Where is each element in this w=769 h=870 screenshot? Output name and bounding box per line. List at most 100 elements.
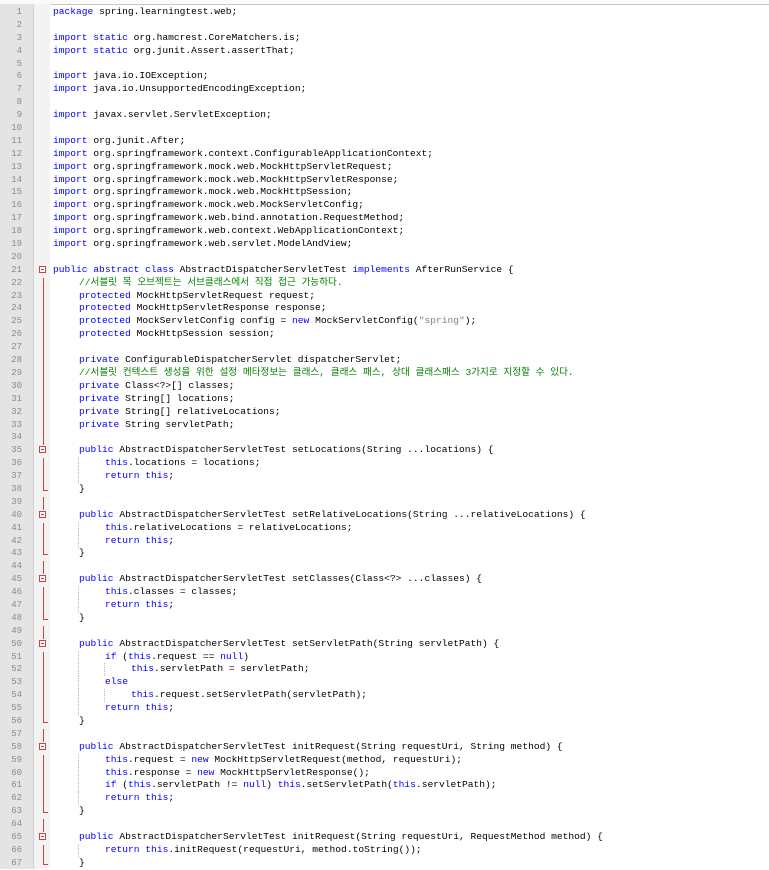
code-line[interactable]: 38} xyxy=(0,483,769,496)
fold-toggle-icon[interactable] xyxy=(39,510,46,518)
code-line[interactable]: 3 import static org.hamcrest.CoreMatchers… xyxy=(0,32,769,45)
code-line[interactable]: 6 import java.io.IOException; xyxy=(0,70,769,83)
code-line[interactable]: 33 private String servletPath; xyxy=(0,419,769,433)
code-line[interactable]: 16 import org.springframework.mock.web.Mo… xyxy=(0,199,769,212)
code-line[interactable]: 40 public AbstractDispatcherServletTest s… xyxy=(0,509,769,522)
keyword-token: new xyxy=(292,315,316,327)
indent-guide xyxy=(78,598,79,612)
code-text: private String[] locations; xyxy=(79,393,234,406)
code-line[interactable]: 9 import javax.servlet.ServletException; xyxy=(0,109,769,122)
code-line[interactable]: 32 private String[] relativeLocations; xyxy=(0,406,769,420)
code-line[interactable]: 44 xyxy=(0,560,769,575)
code-line[interactable]: 10 xyxy=(0,122,769,135)
fold-line-marker xyxy=(39,728,47,742)
code-line[interactable]: 28 private ConfigurableDispatcherServlet … xyxy=(0,354,769,369)
code-line[interactable]: 43} xyxy=(0,547,769,560)
code-line[interactable]: 67} xyxy=(0,857,769,870)
code-line[interactable]: 41 this.relativeLocations = relativeLocat… xyxy=(0,521,769,536)
code-text: this.request = new MockHttpServletReques… xyxy=(105,754,462,767)
code-line[interactable]: 39 xyxy=(0,496,769,510)
code-line[interactable]: 61 if (this.servletPath != null) this.set… xyxy=(0,779,769,794)
code-line[interactable]: 29 //서블릿 컨텍스트 생성을 위한 설정 메타정보는 클래스, 클래스 패스… xyxy=(0,366,769,381)
code-text: return this; xyxy=(105,535,174,548)
fold-toggle-icon[interactable] xyxy=(39,742,46,750)
code-line[interactable]: 11 import org.junit.After; xyxy=(0,135,769,148)
code-line[interactable]: 34 xyxy=(0,431,769,446)
code-line[interactable]: 15 import org.springframework.mock.web.Mo… xyxy=(0,186,769,199)
code-line[interactable]: 1 package spring.learningtest.web; xyxy=(0,6,769,19)
line-number: 61 xyxy=(11,780,22,791)
fold-toggle-icon[interactable] xyxy=(39,265,46,273)
code-line[interactable]: 55 return this; xyxy=(0,702,769,717)
code-line[interactable]: 64 xyxy=(0,818,769,833)
code-line[interactable]: 54 this.request.setServletPath(servletPat… xyxy=(0,689,769,704)
code-line[interactable]: 18 import org.springframework.web.context… xyxy=(0,225,769,238)
code-line[interactable]: 56} xyxy=(0,715,769,728)
code-line[interactable]: 53 else xyxy=(0,676,769,691)
code-line[interactable]: 31 private String[] locations; xyxy=(0,393,769,407)
code-line[interactable]: 47 return this; xyxy=(0,598,769,613)
code-token: AbstractDispatcherServletTest setClasses… xyxy=(119,573,483,585)
indent-guide xyxy=(78,650,79,664)
fold-line-marker xyxy=(39,290,47,304)
code-text: protected MockServletConfig config = new… xyxy=(79,315,476,328)
code-line[interactable]: 50 public AbstractDispatcherServletTest s… xyxy=(0,638,769,651)
line-number: 16 xyxy=(11,200,22,211)
code-line[interactable]: 51 if (this.request == null) xyxy=(0,650,769,665)
code-line[interactable]: 65 public AbstractDispatcherServletTest i… xyxy=(0,831,769,844)
code-line[interactable]: 59 this.request = new MockHttpServletRequ… xyxy=(0,753,769,768)
code-line[interactable]: 52 this.servletPath = servletPath; xyxy=(0,663,769,678)
code-line[interactable]: 14 import org.springframework.mock.web.Mo… xyxy=(0,174,769,187)
code-line[interactable]: 12 import org.springframework.context.Con… xyxy=(0,148,769,161)
code-line[interactable]: 8 xyxy=(0,96,769,109)
code-line[interactable]: 46 this.classes = classes; xyxy=(0,586,769,601)
comment-token: //서블릿 컨텍스트 생성을 위한 설정 메타정보는 클래스, 클래스 패스, … xyxy=(79,366,574,378)
fold-toggle-icon[interactable] xyxy=(39,833,46,840)
code-text: public AbstractDispatcherServletTest set… xyxy=(79,509,586,522)
code-line[interactable]: 36 this.locations = locations; xyxy=(0,457,769,472)
code-line[interactable]: 21 public abstract class AbstractDispatch… xyxy=(0,264,769,277)
code-line[interactable]: 60 this.response = new MockHttpServletRes… xyxy=(0,766,769,781)
code-text: public AbstractDispatcherServletTest ini… xyxy=(79,741,563,754)
code-line[interactable]: 66 return this.initRequest(requestUri, me… xyxy=(0,843,769,858)
code-line[interactable]: 7 import java.io.UnsupportedEncodingExcep… xyxy=(0,83,769,96)
code-line[interactable]: 5 xyxy=(0,58,769,71)
code-line[interactable]: 42 return this; xyxy=(0,534,769,549)
code-line[interactable]: 19 import org.springframework.web.servlet… xyxy=(0,238,769,251)
fold-toggle-icon[interactable] xyxy=(39,575,46,583)
indent-guide xyxy=(78,663,79,677)
code-line[interactable]: 57 xyxy=(0,728,769,742)
code-token: ; xyxy=(168,702,175,714)
code-line[interactable]: 49 xyxy=(0,625,769,639)
code-line[interactable]: 63} xyxy=(0,805,769,818)
fold-toggle-icon[interactable] xyxy=(39,639,46,647)
code-line[interactable]: 24 protected MockHttpServletResponse resp… xyxy=(0,302,769,317)
code-line[interactable]: 26 protected MockHttpSession session; xyxy=(0,328,769,343)
code-line[interactable]: 23 protected MockHttpServletRequest reque… xyxy=(0,290,769,304)
code-line[interactable]: 13 import org.springframework.mock.web.Mo… xyxy=(0,161,769,174)
code-line[interactable]: 25 protected MockServletConfig config = n… xyxy=(0,315,769,330)
code-token: MockHttpSession session; xyxy=(136,328,275,340)
code-line[interactable]: 62 return this; xyxy=(0,792,769,807)
code-text: private ConfigurableDispatcherServlet di… xyxy=(79,354,401,367)
code-line[interactable]: 17 import org.springframework.web.bind.an… xyxy=(0,212,769,225)
code-line[interactable]: 37 return this; xyxy=(0,470,769,485)
code-text: public AbstractDispatcherServletTest set… xyxy=(79,444,494,457)
code-token: MockServletConfig( xyxy=(315,315,419,327)
code-line[interactable]: 2 xyxy=(0,19,769,32)
code-line[interactable]: 58 public AbstractDispatcherServletTest i… xyxy=(0,741,769,754)
code-line[interactable]: 22 //서블릿 목 오브젝트는 서브클래스에서 직접 접근 가능하다. xyxy=(0,277,769,291)
code-editor[interactable]: 1 package spring.learningtest.web; 2 3 impor… xyxy=(0,6,769,870)
code-text: import org.springframework.mock.web.Mock… xyxy=(53,174,398,187)
code-line[interactable]: 35 public AbstractDispatcherServletTest s… xyxy=(0,444,769,457)
fold-toggle-icon[interactable] xyxy=(39,446,46,454)
code-line[interactable]: 48} xyxy=(0,612,769,625)
fold-line-marker xyxy=(39,703,47,717)
code-line[interactable]: 4 import static org.junit.Assert.assertTh… xyxy=(0,45,769,58)
line-number: 55 xyxy=(11,703,22,714)
code-line[interactable]: 30 private Class<?>[] classes; xyxy=(0,380,769,394)
code-line[interactable]: 45 public AbstractDispatcherServletTest s… xyxy=(0,573,769,586)
code-line[interactable]: 20 xyxy=(0,251,769,264)
code-token: ) xyxy=(243,650,249,662)
code-line[interactable]: 27 xyxy=(0,341,769,356)
